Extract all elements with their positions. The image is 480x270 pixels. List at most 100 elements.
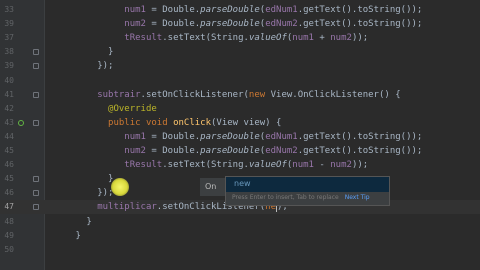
- code-line[interactable]: 37 tResult.setText(String.valueOf(num1 + …: [0, 31, 480, 45]
- code-token: tResult: [124, 160, 163, 171]
- code-token: multiplicar: [97, 202, 157, 213]
- line-number: 50: [4, 244, 14, 254]
- code-line[interactable]: 44 num1 = Double.parseDouble(edNum1.getTe…: [0, 130, 480, 144]
- code-line[interactable]: 48}: [0, 215, 480, 229]
- code-token: View.OnClickListener() {: [270, 89, 401, 100]
- code-token: .setText(String.: [162, 33, 249, 44]
- code-token: edNum1: [265, 5, 298, 15]
- code-token: tResult: [124, 33, 163, 44]
- line-number: 46: [4, 188, 14, 198]
- fold-marker-icon[interactable]: [33, 91, 39, 98]
- code-token: = Double.: [145, 146, 201, 156]
- code-token: valueOf: [248, 33, 287, 44]
- code-line[interactable]: 33 num1 = Double.parseDouble(edNum1.getTe…: [0, 3, 480, 17]
- line-number: 41: [4, 89, 14, 99]
- code-line[interactable]: 42 @Override: [0, 102, 480, 116]
- code-token: .setOnClickListener(: [140, 89, 249, 100]
- line-number: 38: [4, 47, 14, 57]
- line-number: 39: [4, 19, 14, 29]
- code-token: num1: [292, 33, 314, 44]
- code-text: tResult.setText(String.valueOf(num1 + nu…: [124, 31, 368, 45]
- code-token: parseDouble: [200, 131, 260, 142]
- code-line[interactable]: 39});: [0, 59, 480, 73]
- line-number: 45: [4, 174, 14, 184]
- line-number: 44: [4, 131, 14, 141]
- line-number: 49: [4, 230, 14, 240]
- autocomplete-item-label: new: [234, 179, 251, 188]
- code-token: .getText().toString());: [297, 146, 423, 156]
- code-token: edNum1: [265, 131, 298, 142]
- code-line[interactable]: 45 num2 = Double.parseDouble(edNum2.getTe…: [0, 144, 480, 158]
- code-token: }: [108, 47, 114, 58]
- code-token: @Override: [108, 103, 157, 114]
- autocomplete-hint: Press Enter to insert, Tab to replace Nex…: [232, 194, 370, 201]
- code-token: edNum2: [265, 19, 298, 30]
- autocomplete-popup[interactable]: new Press Enter to insert, Tab to replac…: [225, 176, 390, 206]
- code-line[interactable]: 43 public void onClick(View view) {: [0, 116, 480, 130]
- override-gutter-icon[interactable]: [18, 119, 24, 126]
- code-text: @Override: [108, 102, 157, 116]
- fold-marker-icon[interactable]: [33, 63, 39, 70]
- autocomplete-item-new[interactable]: new: [226, 177, 389, 192]
- code-token: = Double.: [145, 19, 201, 30]
- code-token: ));: [351, 160, 369, 171]
- line-number: 33: [4, 5, 14, 14]
- code-line[interactable]: 39 num2 = Double.parseDouble(edNum2.getTe…: [0, 17, 480, 31]
- code-token: onClick: [173, 117, 211, 128]
- fold-marker-icon[interactable]: [33, 176, 39, 183]
- fold-marker-icon[interactable]: [33, 204, 39, 211]
- code-line[interactable]: 38}: [0, 45, 480, 59]
- code-line[interactable]: 46 tResult.setText(String.valueOf(num1 - …: [0, 158, 480, 172]
- code-token: +: [313, 33, 331, 44]
- code-text: num1 = Double.parseDouble(edNum1.getText…: [124, 130, 422, 144]
- code-token: });: [97, 61, 114, 72]
- code-token: subtrair: [97, 89, 141, 100]
- next-tip-link[interactable]: Next Tip: [345, 194, 370, 201]
- code-text: subtrair.setOnClickListener(new View.OnC…: [97, 88, 400, 102]
- line-number: 39: [4, 61, 14, 71]
- autocomplete-hint-text: Press Enter to insert, Tab to replace: [232, 194, 339, 201]
- code-token: .getText().toString());: [297, 5, 423, 15]
- code-line[interactable]: 40: [0, 74, 480, 88]
- fold-marker-icon[interactable]: [33, 119, 39, 126]
- code-token: }: [75, 230, 81, 241]
- code-text: num2 = Double.parseDouble(edNum2.getText…: [124, 144, 422, 158]
- code-token: num2: [124, 146, 146, 156]
- code-token: parseDouble: [200, 19, 260, 30]
- code-text: num1 = Double.parseDouble(edNum1.getText…: [124, 3, 422, 17]
- code-token: .setText(String.: [162, 160, 249, 171]
- code-token: = Double.: [145, 131, 201, 142]
- fold-marker-icon[interactable]: [33, 190, 39, 197]
- code-line[interactable]: 49}: [0, 229, 480, 243]
- code-text: num2 = Double.parseDouble(edNum2.getText…: [124, 17, 422, 31]
- code-token: = Double.: [145, 5, 201, 15]
- code-token: valueOf: [248, 160, 287, 171]
- code-token: ));: [351, 33, 369, 44]
- code-text: tResult.setText(String.valueOf(num1 - nu…: [124, 158, 368, 172]
- code-text: public void onClick(View view) {: [108, 116, 281, 130]
- line-number: 43: [4, 117, 14, 127]
- code-token: num1: [124, 131, 146, 142]
- code-line[interactable]: 50: [0, 243, 480, 257]
- line-number: 48: [4, 216, 14, 226]
- code-token: num2: [330, 33, 352, 44]
- code-editor[interactable]: 33 num1 = Double.parseDouble(edNum1.getTe…: [0, 0, 480, 270]
- code-line[interactable]: 41 subtrair.setOnClickListener(new View.O…: [0, 88, 480, 102]
- code-token: num1: [124, 5, 146, 15]
- code-token: num1: [292, 160, 314, 171]
- code-token: }: [86, 216, 92, 227]
- line-number: 42: [4, 103, 14, 113]
- code-token: num2: [330, 160, 352, 171]
- code-token: .getText().toString());: [297, 19, 423, 30]
- code-token: .getText().toString());: [297, 131, 423, 142]
- line-number: 47: [4, 202, 14, 212]
- line-number: 45: [4, 146, 14, 155]
- code-token: public void: [108, 117, 174, 128]
- code-text: });: [97, 59, 113, 73]
- fold-marker-icon[interactable]: [33, 49, 39, 56]
- code-text: }: [76, 229, 81, 243]
- line-number: 46: [4, 160, 14, 170]
- mouse-pointer-highlight: [111, 178, 129, 196]
- code-token: (View view) {: [211, 117, 282, 128]
- line-number: 40: [4, 75, 14, 85]
